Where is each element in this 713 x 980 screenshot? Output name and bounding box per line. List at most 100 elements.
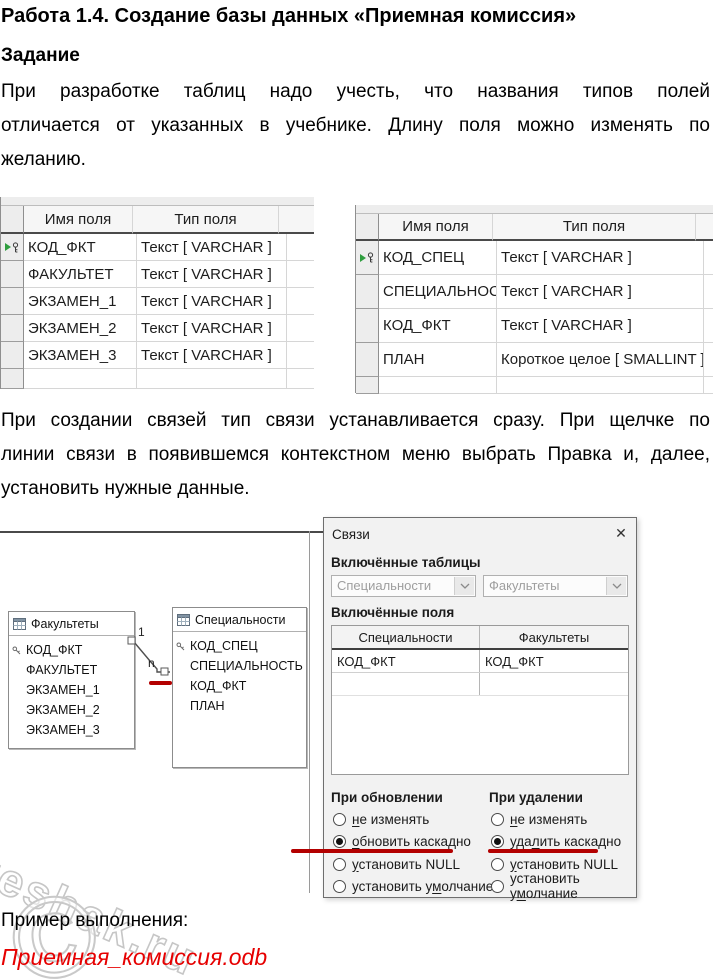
field-type-cell[interactable]: Текст [ VARCHAR ] xyxy=(137,342,287,369)
fields-column-header[interactable]: Специальности xyxy=(332,626,480,648)
radio-icon-selected[interactable] xyxy=(491,834,504,848)
radio-delete-set-default[interactable]: установить умолчание xyxy=(491,871,636,901)
connector-handle[interactable] xyxy=(160,667,169,676)
field-type-cell[interactable]: Текст [ VARCHAR ] xyxy=(137,234,287,261)
section-heading: Задание xyxy=(1,45,80,66)
cardinality-one-label: 1 xyxy=(138,625,145,639)
column-header-type[interactable]: Тип поля xyxy=(133,206,279,234)
paragraph1-line: отличается от указанных в учебнике. Длин… xyxy=(1,115,710,136)
radio-icon[interactable] xyxy=(491,812,504,826)
radio-update-no-action[interactable]: не изменять xyxy=(333,811,429,827)
field-type-cell[interactable]: Текст [ VARCHAR ] xyxy=(137,288,287,315)
row-header[interactable] xyxy=(356,309,379,343)
row-header[interactable] xyxy=(356,241,379,275)
included-tables-label: Включённые таблицы xyxy=(331,555,481,570)
radio-icon[interactable] xyxy=(333,879,346,893)
red-annotation-update-cascade xyxy=(291,849,453,853)
close-icon[interactable]: ✕ xyxy=(612,525,630,543)
connector-handle[interactable] xyxy=(127,636,136,645)
grid-corner xyxy=(356,214,379,241)
radio-icon-selected[interactable] xyxy=(333,834,346,848)
row-header[interactable] xyxy=(1,261,24,288)
radio-icon[interactable] xyxy=(333,812,346,826)
on-update-group-label: При обновлении xyxy=(331,790,443,805)
dialog-title: Связи xyxy=(332,527,370,542)
radio-update-set-default[interactable]: установить умолчание xyxy=(333,878,493,894)
field-name-cell[interactable]: СПЕЦИАЛЬНОСТЬ xyxy=(379,275,497,309)
field-type-cell[interactable]: Текст [ VARCHAR ] xyxy=(497,275,704,309)
row-header[interactable] xyxy=(356,275,379,309)
chevron-down-icon[interactable] xyxy=(606,577,626,595)
field-type-cell[interactable]: Текст [ VARCHAR ] xyxy=(137,315,287,342)
fields-cell-empty[interactable] xyxy=(480,673,628,695)
radio-icon[interactable] xyxy=(491,857,504,871)
column-header-extra xyxy=(696,214,713,241)
fields-column-header[interactable]: Факультеты xyxy=(480,626,628,648)
relations-dialog: Связи ✕ Включённые таблицы Специальности… xyxy=(323,517,637,901)
chevron-down-icon[interactable] xyxy=(454,577,474,595)
row-header[interactable] xyxy=(1,342,24,369)
empty-cell[interactable] xyxy=(379,377,497,394)
grid-top-strip xyxy=(1,197,314,206)
paragraph2-line: установить нужные данные. xyxy=(1,478,250,499)
field-name-cell[interactable]: ЭКЗАМЕН_3 xyxy=(24,342,137,369)
cardinality-many-label: n xyxy=(148,656,155,670)
grid-top-strip xyxy=(356,205,713,214)
row-header[interactable] xyxy=(1,369,24,389)
paragraph1-line: При разработке таблиц надо учесть, что н… xyxy=(1,81,710,102)
paragraph2-line: линии связи в появившемся контекстном ме… xyxy=(1,444,710,465)
field-type-cell[interactable]: Текст [ VARCHAR ] xyxy=(137,261,287,288)
fields-cell[interactable]: КОД_ФКТ xyxy=(332,650,480,672)
grid-corner xyxy=(1,206,24,234)
example-label: Пример выполнения: xyxy=(1,910,189,931)
worksheet-page: Работа 1.4. Создание базы данных «Приемн… xyxy=(0,0,713,980)
active-row-key-marker-icon xyxy=(5,241,19,253)
column-header-type[interactable]: Тип поля xyxy=(493,214,696,241)
field-name-cell[interactable]: КОД_СПЕЦ xyxy=(379,241,497,275)
radio-update-cascade[interactable]: обновить каскадно xyxy=(333,833,471,849)
column-header-name[interactable]: Имя поля xyxy=(379,214,493,241)
row-header[interactable] xyxy=(1,315,24,342)
example-file-link[interactable]: Приемная_комиссия.odb xyxy=(1,944,267,971)
red-annotation-delete-cascade xyxy=(488,849,598,853)
field-name-cell[interactable]: ПЛАН xyxy=(379,343,497,377)
radio-update-set-null[interactable]: установить NULL xyxy=(333,856,460,872)
radio-icon[interactable] xyxy=(491,879,504,893)
row-header[interactable] xyxy=(356,377,379,394)
radio-delete-no-action[interactable]: не изменять xyxy=(491,811,587,827)
field-type-cell[interactable]: Текст [ VARCHAR ] xyxy=(497,309,704,343)
empty-cell[interactable] xyxy=(24,369,137,389)
field-type-cell[interactable]: Короткое целое [ SMALLINT ] xyxy=(497,343,704,377)
table-select-left[interactable]: Специальности xyxy=(331,575,476,597)
column-header-extra xyxy=(279,206,314,234)
field-name-cell[interactable]: ЭКЗАМЕН_2 xyxy=(24,315,137,342)
faculties-field-grid: Имя поля Тип поля КОД_ФКТ Текст [ VARCHA… xyxy=(0,197,314,389)
radio-delete-cascade[interactable]: удалить каскадно xyxy=(491,833,621,849)
field-name-cell[interactable]: ЭКЗАМЕН_1 xyxy=(24,288,137,315)
table-select-right[interactable]: Факультеты xyxy=(483,575,628,597)
active-row-key-marker-icon xyxy=(360,252,374,263)
field-name-cell[interactable]: КОД_ФКТ xyxy=(379,309,497,343)
field-name-cell[interactable]: КОД_ФКТ xyxy=(24,234,137,261)
included-fields-table: Специальности Факультеты КОД_ФКТ КОД_ФКТ xyxy=(331,625,629,775)
column-header-name[interactable]: Имя поля xyxy=(24,206,133,234)
field-type-cell[interactable]: Текст [ VARCHAR ] xyxy=(497,241,704,275)
fields-cell-empty[interactable] xyxy=(332,673,480,695)
paragraph2-line: При создании связей тип связи устанавлив… xyxy=(1,410,710,431)
on-delete-group-label: При удалении xyxy=(489,790,583,805)
empty-cell[interactable] xyxy=(497,377,704,394)
relation-connector-line[interactable]: 1 n xyxy=(0,530,320,730)
page-title: Работа 1.4. Создание базы данных «Приемн… xyxy=(1,5,577,27)
row-header[interactable] xyxy=(1,234,24,261)
empty-cell[interactable] xyxy=(137,369,287,389)
field-name-cell[interactable]: ФАКУЛЬТЕТ xyxy=(24,261,137,288)
paragraph1-line: желанию. xyxy=(1,149,86,170)
specialties-field-grid: Имя поля Тип поля КОД_СПЕЦ Текст [ VARCH… xyxy=(355,205,713,394)
fields-cell[interactable]: КОД_ФКТ xyxy=(480,650,628,672)
radio-delete-set-null[interactable]: установить NULL xyxy=(491,856,618,872)
radio-icon[interactable] xyxy=(333,857,346,871)
included-fields-label: Включённые поля xyxy=(331,605,455,620)
red-annotation-under-n xyxy=(149,681,172,685)
row-header[interactable] xyxy=(356,343,379,377)
row-header[interactable] xyxy=(1,288,24,315)
